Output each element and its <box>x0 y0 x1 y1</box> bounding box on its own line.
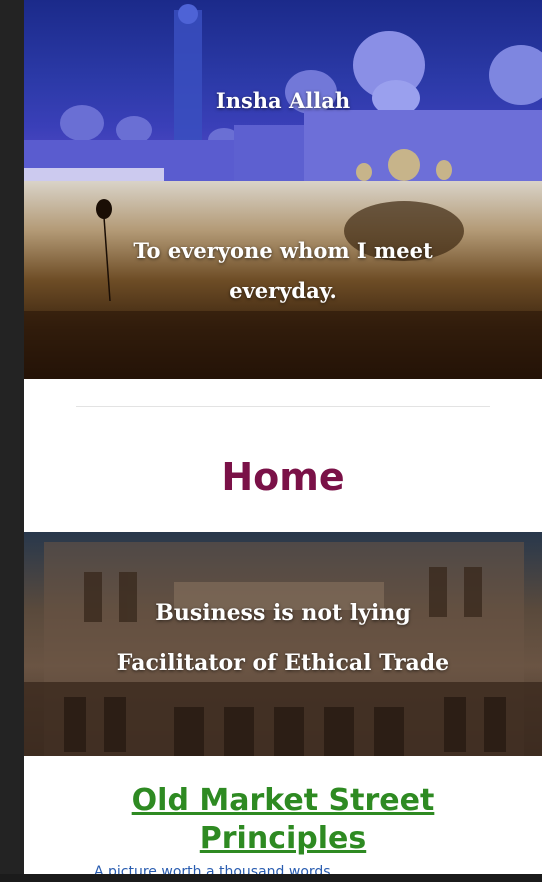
principles-section: Old Market Street Principles A picture w… <box>24 756 542 876</box>
building-banner: Business is not lying Facilitator of Eth… <box>24 532 542 756</box>
building-banner-line1: Business is not lying <box>155 600 411 626</box>
building-banner-line2: Facilitator of Ethical Trade <box>116 650 450 676</box>
building-illustration <box>24 542 542 756</box>
field-banner: To everyone whom I meet everyday. <box>24 181 542 379</box>
mosque-banner-text: Insha Allah <box>215 88 351 113</box>
page-title: Home <box>221 455 345 499</box>
field-banner-text: To everyone whom I meet everyday. <box>133 238 433 303</box>
divider <box>76 406 490 407</box>
page: Insha Allah To everyone whom I meet ever… <box>24 0 542 876</box>
bottom-bar <box>0 874 542 882</box>
home-section: Home <box>24 379 542 532</box>
mosque-banner: Insha Allah <box>24 0 542 181</box>
left-gutter <box>0 0 24 882</box>
principles-link[interactable]: Old Market Street Principles <box>24 782 542 858</box>
